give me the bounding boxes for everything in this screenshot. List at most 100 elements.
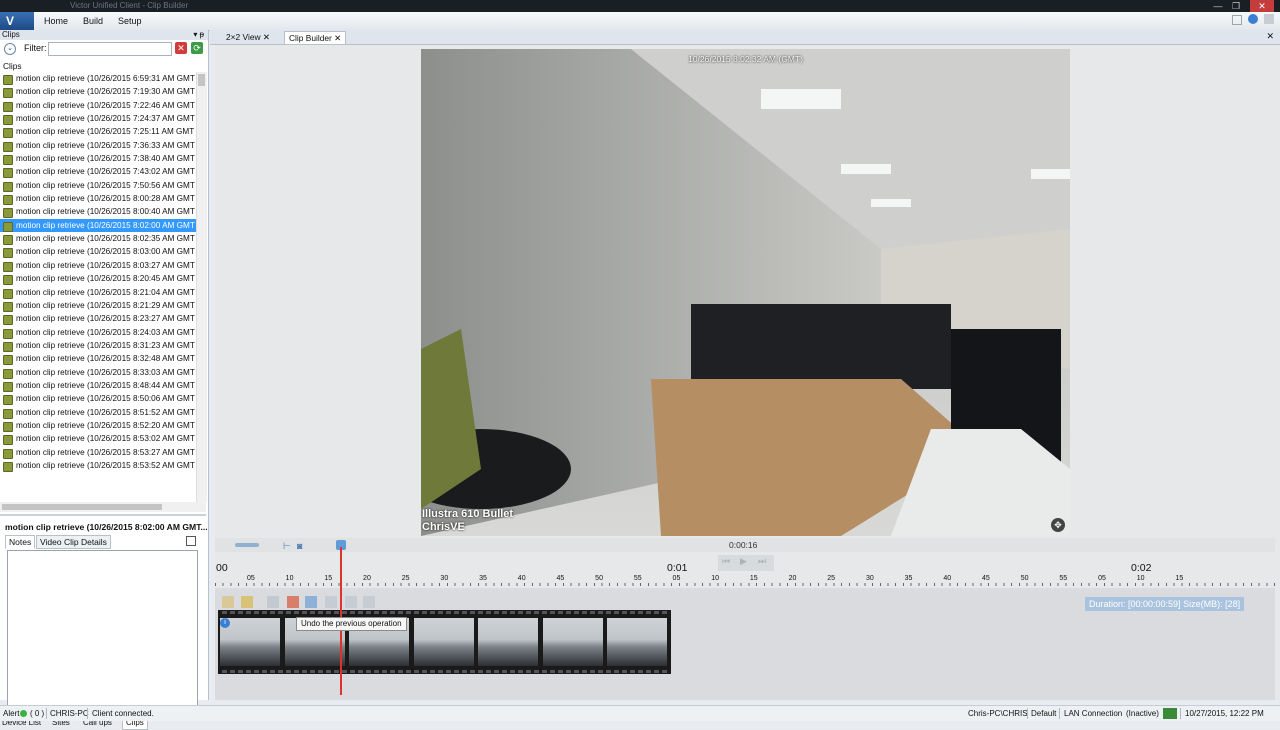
cut-icon[interactable] (325, 596, 337, 608)
skip-back-icon[interactable]: ⏮ (722, 556, 730, 567)
ruler-minor-label: 05 (672, 575, 681, 582)
copy-icon[interactable] (267, 596, 279, 608)
splitter[interactable] (0, 514, 206, 516)
menu-setup[interactable]: Setup (118, 12, 142, 30)
panel-pin-icon[interactable]: ▾ ᵽ (193, 30, 204, 40)
filter-input[interactable] (48, 42, 172, 56)
tab-notes[interactable]: Notes (5, 535, 36, 549)
clip-icon (3, 181, 13, 192)
list-item[interactable]: motion clip retrieve (10/26/2015 7:19:30… (0, 85, 196, 99)
duration-size-readout: Duration: [00:00:00:59] Size(MB): [28] (1085, 597, 1245, 611)
snapshot-icon[interactable]: ◙ (297, 541, 302, 551)
list-item[interactable]: motion clip retrieve (10/26/2015 8:53:52… (0, 459, 196, 472)
app-logo[interactable]: V (0, 12, 34, 30)
list-item[interactable]: motion clip retrieve (10/26/2015 8:02:35… (0, 232, 196, 246)
clip-filmstrip[interactable] (218, 610, 671, 674)
list-item[interactable]: motion clip retrieve (10/26/2015 7:43:02… (0, 165, 196, 179)
list-item[interactable]: motion clip retrieve (10/26/2015 8:03:00… (0, 245, 196, 259)
film-sprocket (614, 611, 619, 614)
menu-home[interactable]: Home (44, 12, 68, 30)
list-item[interactable]: motion clip retrieve (10/26/2015 8:23:27… (0, 312, 196, 326)
hscroll-thumb[interactable] (2, 504, 162, 510)
minimize-button[interactable]: — (1210, 0, 1226, 12)
list-item[interactable]: motion clip retrieve (10/26/2015 7:50:56… (0, 179, 196, 192)
close-document-icon[interactable]: ✕ (1266, 31, 1274, 42)
list-item[interactable]: motion clip retrieve (10/26/2015 8:48:44… (0, 379, 196, 392)
skip-forward-icon[interactable]: ⏭ (758, 556, 766, 567)
list-item[interactable]: motion clip retrieve (10/26/2015 8:00:40… (0, 205, 196, 219)
current-time: 0:00:16 (729, 540, 758, 550)
video-viewport[interactable]: 10/26/2015 8:02:32 AM (GMT) Illustra 610… (421, 49, 1070, 536)
tab-2x2-view[interactable]: 2×2 View ✕ (222, 31, 274, 43)
alert-label[interactable]: Alert (3, 706, 19, 721)
list-item[interactable]: motion clip retrieve (10/26/2015 7:38:40… (0, 152, 196, 166)
trim-icon[interactable] (363, 596, 375, 608)
clip-label: motion clip retrieve (10/26/2015 8:21:29… (16, 300, 195, 310)
list-item[interactable]: motion clip retrieve (10/26/2015 7:36:33… (0, 139, 196, 152)
ribbon-minimize-icon[interactable] (1232, 15, 1242, 25)
menu-build[interactable]: Build (83, 12, 103, 30)
list-item[interactable]: motion clip retrieve (10/26/2015 8:03:27… (0, 259, 196, 272)
film-sprocket (462, 611, 467, 614)
clip-frame-thumbnail (413, 618, 474, 666)
film-sprocket (662, 611, 667, 614)
scrollbar-thumb[interactable] (198, 74, 205, 86)
list-item[interactable]: motion clip retrieve (10/26/2015 8:32:48… (0, 352, 196, 366)
list-item[interactable]: motion clip retrieve (10/26/2015 8:33:03… (0, 366, 196, 379)
maximize-button[interactable]: ❐ (1228, 0, 1244, 12)
list-item[interactable]: motion clip retrieve (10/26/2015 8:02:00… (0, 218, 196, 233)
list-item[interactable]: motion clip retrieve (10/26/2015 8:24:03… (0, 326, 196, 339)
list-item[interactable]: motion clip retrieve (10/26/2015 8:31:23… (0, 339, 196, 352)
film-sprocket (374, 670, 379, 673)
close-tab-icon[interactable]: ✕ (263, 32, 270, 42)
film-sprocket (302, 670, 307, 673)
split-icon[interactable] (345, 596, 357, 608)
notes-textarea[interactable] (7, 550, 198, 706)
clips-hscrollbar[interactable] (0, 502, 206, 512)
list-item[interactable]: motion clip retrieve (10/26/2015 8:53:02… (0, 432, 196, 446)
help-icon[interactable] (1248, 14, 1258, 24)
clip-icon (3, 301, 13, 312)
list-item[interactable]: motion clip retrieve (10/26/2015 8:53:27… (0, 446, 196, 459)
list-item[interactable]: motion clip retrieve (10/26/2015 8:20:45… (0, 272, 196, 286)
clip-info-icon[interactable]: i (220, 618, 230, 628)
tab-video-clip-details[interactable]: Video Clip Details (36, 535, 111, 549)
clear-filter-icon[interactable]: ✕ (175, 42, 187, 54)
film-sprocket (270, 670, 275, 673)
list-item[interactable]: motion clip retrieve (10/26/2015 8:00:28… (0, 192, 196, 206)
marker-in-icon[interactable]: ⊢ (283, 541, 291, 552)
list-item[interactable]: motion clip retrieve (10/26/2015 8:52:20… (0, 419, 196, 432)
list-item[interactable]: motion clip retrieve (10/26/2015 8:21:04… (0, 286, 196, 299)
expand-chevron-icon[interactable]: ⌄ (4, 43, 16, 55)
ruler-minor-labels: 05 10 15 20 25 30 35 40 45 50 55 05 10 15 20 25 30 35 40 45… (215, 575, 1275, 583)
close-button[interactable]: ✕ (1250, 0, 1274, 12)
list-item[interactable]: motion clip retrieve (10/26/2015 8:21:29… (0, 299, 196, 312)
list-item[interactable]: motion clip retrieve (10/26/2015 7:22:46… (0, 99, 196, 112)
new-clip-icon[interactable] (222, 596, 234, 608)
film-sprocket (294, 670, 299, 673)
close-tab-icon[interactable]: ✕ (334, 33, 341, 43)
list-item[interactable]: motion clip retrieve (10/26/2015 8:50:06… (0, 392, 196, 406)
network-icon (1163, 708, 1177, 719)
undo-icon[interactable] (287, 596, 299, 608)
ruler-minor-label: 10 (711, 575, 720, 582)
list-item[interactable]: motion clip retrieve (10/26/2015 8:51:52… (0, 406, 196, 419)
save-clip-icon[interactable] (241, 596, 253, 608)
list-item[interactable]: motion clip retrieve (10/26/2015 7:24:37… (0, 112, 196, 126)
save-icon[interactable] (186, 536, 196, 546)
list-item[interactable]: motion clip retrieve (10/26/2015 7:25:11… (0, 125, 196, 139)
tab-clip-builder[interactable]: Clip Builder ✕ (284, 31, 347, 44)
apply-filter-icon[interactable]: ⟳ (191, 42, 203, 54)
redo-icon[interactable] (305, 596, 317, 608)
window-title: Victor Unified Client - Clip Builder (70, 1, 189, 10)
play-icon[interactable]: ▶ (740, 556, 747, 567)
ruler-minor-label: 25 (401, 575, 410, 582)
film-sprocket (446, 670, 451, 673)
film-sprocket (598, 670, 603, 673)
ptz-move-icon[interactable]: ✥ (1051, 518, 1065, 532)
clip-icon (3, 408, 13, 419)
list-item[interactable]: motion clip retrieve (10/26/2015 6:59:31… (0, 72, 196, 85)
clips-scrollbar[interactable] (196, 72, 207, 502)
zoom-slider[interactable] (235, 543, 259, 547)
options-icon[interactable] (1264, 14, 1274, 24)
